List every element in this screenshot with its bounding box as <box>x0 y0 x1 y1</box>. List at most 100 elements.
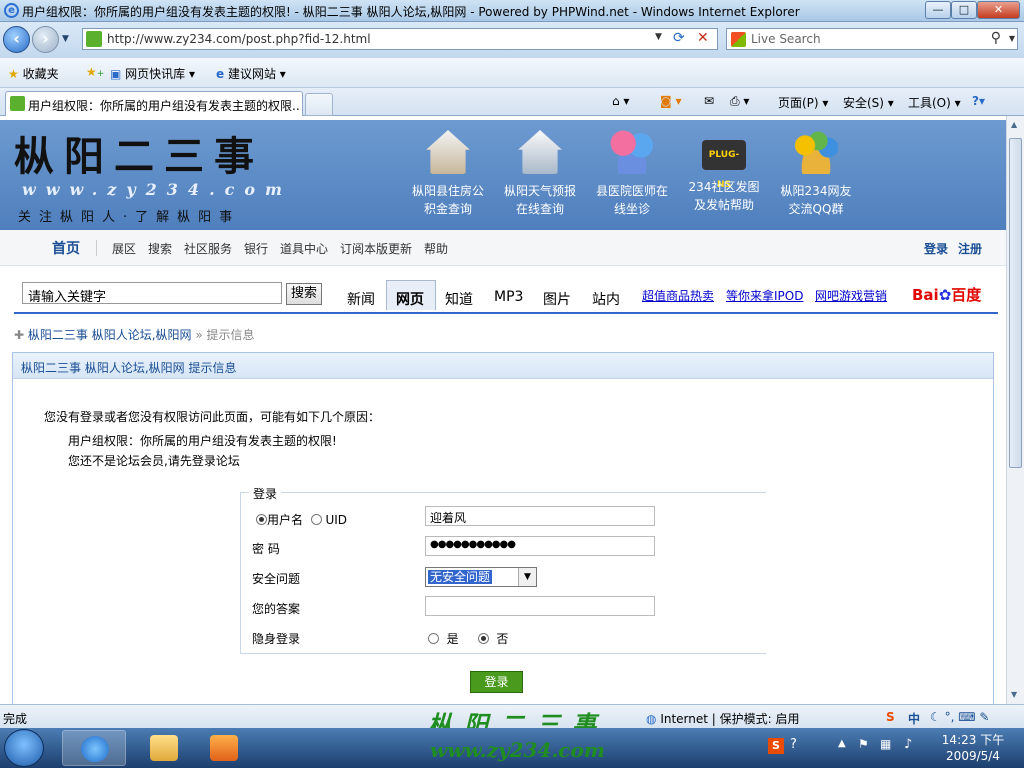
taskbar-ie[interactable] <box>62 730 126 766</box>
print-icon[interactable]: ⎙ ▾ <box>730 94 749 109</box>
banner-link-help[interactable]: PLUG-NS 234社区发图 及发帖帮助 <box>684 130 764 214</box>
search-tab-images[interactable]: 图片 <box>543 289 571 309</box>
nav-props[interactable]: 道具中心 <box>280 240 328 257</box>
ad-link-games[interactable]: 网吧游戏营销 <box>815 287 887 304</box>
feeds-icon[interactable]: ◙ ▾ <box>660 94 681 108</box>
nav-home[interactable]: 首页 <box>52 238 80 258</box>
taskbar-media[interactable] <box>192 730 256 766</box>
web-slice-gallery[interactable]: ▣ 网页快讯库 ▾ <box>110 65 195 82</box>
search-tab-web[interactable]: 网页 <box>396 289 424 309</box>
safety-menu[interactable]: 安全(S) ▾ <box>843 94 894 111</box>
radio-username[interactable] <box>256 514 267 525</box>
site-banner: 枞阳二三事 www.zy234.com 关注枞阳人·了解枞阳事 枞阳县住房公 积金… <box>0 120 1006 230</box>
search-tab-site[interactable]: 站内 <box>592 289 620 309</box>
search-tab-mp3[interactable]: MP3 <box>494 289 523 305</box>
radio-uid-label: UID <box>325 513 348 527</box>
add-favorite-icon[interactable]: ★+ <box>86 65 104 79</box>
password-input[interactable]: ●●●●●●●●●●● <box>425 536 655 556</box>
group-icon <box>794 130 838 174</box>
search-tab-zhidao[interactable]: 知道 <box>445 289 473 309</box>
stop-icon[interactable]: ✕ <box>697 30 709 46</box>
sogou-s-icon[interactable]: S <box>886 710 895 724</box>
address-url[interactable]: http://www.zy234.com/post.php?fid-12.htm… <box>107 32 371 46</box>
favorites-button[interactable]: ★ 收藏夹 <box>8 65 59 82</box>
banner-link-qq-group[interactable]: 枞阳234网友 交流QQ群 <box>776 130 856 218</box>
password-label: 密 码 <box>252 542 280 556</box>
forward-icon[interactable]: › <box>32 26 59 53</box>
refresh-icon[interactable]: ⟳ <box>673 30 685 46</box>
radio-hidden-yes[interactable] <box>428 633 439 644</box>
help-icon[interactable]: ?▾ <box>972 94 985 108</box>
network-icon[interactable]: ▦ <box>880 737 891 751</box>
minimize-button[interactable]: — <box>925 1 951 19</box>
breadcrumb-forum-link[interactable]: 枞阳二三事 枞阳人论坛,枞阳网 <box>28 328 192 342</box>
taskbar-explorer[interactable] <box>132 730 196 766</box>
tab-active[interactable]: 用户组权限：你所属的用户组没有发表主题的权限... <box>5 91 303 116</box>
banner-link-doctor[interactable]: 县医院医师在 线坐诊 <box>592 130 672 218</box>
hidden-login-group: 是 否 <box>428 630 508 647</box>
close-button[interactable]: ✕ <box>977 1 1020 19</box>
show-hidden-icons[interactable]: ▲ <box>838 738 846 749</box>
search-tab-news[interactable]: 新闻 <box>347 289 375 309</box>
help-tray-icon[interactable]: ? <box>790 737 797 752</box>
security-question-select[interactable]: 无安全问题 ▼ <box>425 567 537 587</box>
tab-favicon-icon <box>10 96 25 111</box>
action-center-icon[interactable]: ⚑ <box>858 737 869 751</box>
scroll-down-icon[interactable]: ▼ <box>1011 690 1017 699</box>
search-icon[interactable]: ⚲ <box>991 30 1001 46</box>
login-link[interactable]: 登录 <box>924 240 948 257</box>
mail-icon[interactable]: ✉ <box>704 94 714 108</box>
banner-link-housing-fund[interactable]: 枞阳县住房公 积金查询 <box>408 130 488 218</box>
ad-link-deals[interactable]: 超值商品热卖 <box>642 287 714 304</box>
baidu-search-button[interactable]: 搜索 <box>286 283 322 305</box>
banner-link-weather[interactable]: 枞阳天气预报 在线查询 <box>500 130 580 218</box>
title-bar: e 用户组权限：你所属的用户组没有发表主题的权限! - 枞阳二三事 枞阳人论坛,… <box>0 0 1024 22</box>
volume-icon[interactable]: ♪ <box>904 737 912 752</box>
page-menu[interactable]: 页面(P) ▾ <box>778 94 828 111</box>
nav-help[interactable]: 帮助 <box>424 240 448 257</box>
tools-menu[interactable]: 工具(O) ▾ <box>908 94 961 111</box>
search-divider <box>14 312 998 314</box>
login-submit-button[interactable]: 登录 <box>470 671 523 693</box>
ime-mode[interactable]: 中 <box>908 710 920 727</box>
nav-exhibit[interactable]: 展区 <box>112 240 136 257</box>
baidu-search-input[interactable]: 请输入关键字 <box>22 282 282 305</box>
vertical-scrollbar[interactable]: ▲ ▼ <box>1006 116 1024 704</box>
back-icon[interactable]: ‹ <box>3 26 30 53</box>
panel-title: 枞阳二三事 枞阳人论坛,枞阳网 提示信息 <box>21 361 237 375</box>
baidu-paw-icon: ✿ <box>938 286 952 304</box>
address-dropdown-icon[interactable]: ▼ <box>655 32 662 42</box>
username-input[interactable]: 迎着风 <box>425 506 655 526</box>
nav-community[interactable]: 社区服务 <box>184 240 232 257</box>
ime-moon-icon[interactable]: ☾ °, ⌨ ✎ <box>930 710 989 724</box>
answer-input[interactable] <box>425 596 655 616</box>
start-button[interactable] <box>4 729 44 767</box>
address-row: ‹ › ▼ http://www.zy234.com/post.php?fid-… <box>0 22 1024 58</box>
nav-search[interactable]: 搜索 <box>148 240 172 257</box>
history-dropdown-icon[interactable]: ▼ <box>62 34 69 44</box>
radio-hidden-no[interactable] <box>477 633 489 644</box>
nav-subscribe[interactable]: 订阅本版更新 <box>340 240 412 257</box>
banner-link-label: 及发帖帮助 <box>693 198 754 212</box>
search-placeholder[interactable]: Live Search <box>751 32 821 46</box>
clock[interactable]: 14:23 下午 2009/5/4 <box>938 732 1008 764</box>
search-dropdown-icon[interactable]: ▼ <box>1009 34 1015 43</box>
search-box[interactable]: Live Search ⚲ ▼ <box>726 28 1018 50</box>
ad-link-ipod[interactable]: 等你来拿IPOD <box>726 287 803 304</box>
suggested-sites[interactable]: e 建议网站 ▾ <box>216 65 286 82</box>
register-link[interactable]: 注册 <box>958 240 982 257</box>
scroll-up-icon[interactable]: ▲ <box>1011 120 1017 129</box>
globe-icon: ◍ <box>646 712 657 726</box>
home-icon[interactable]: ⌂ ▾ <box>612 94 629 108</box>
maximize-button[interactable]: □ <box>951 1 977 19</box>
address-bar[interactable]: http://www.zy234.com/post.php?fid-12.htm… <box>82 28 718 50</box>
ie-taskbar-icon <box>81 736 109 762</box>
baidu-search-text: 请输入关键字 <box>28 290 107 305</box>
nav-bank[interactable]: 银行 <box>244 240 268 257</box>
radio-uid[interactable] <box>310 514 322 525</box>
sogou-tray-icon[interactable]: S <box>768 738 784 754</box>
scroll-thumb[interactable] <box>1009 138 1022 468</box>
baidu-logo[interactable]: Bai✿百度 <box>912 284 981 305</box>
new-tab-button[interactable] <box>305 93 333 116</box>
site-logo-title[interactable]: 枞阳二三事 <box>14 124 264 182</box>
